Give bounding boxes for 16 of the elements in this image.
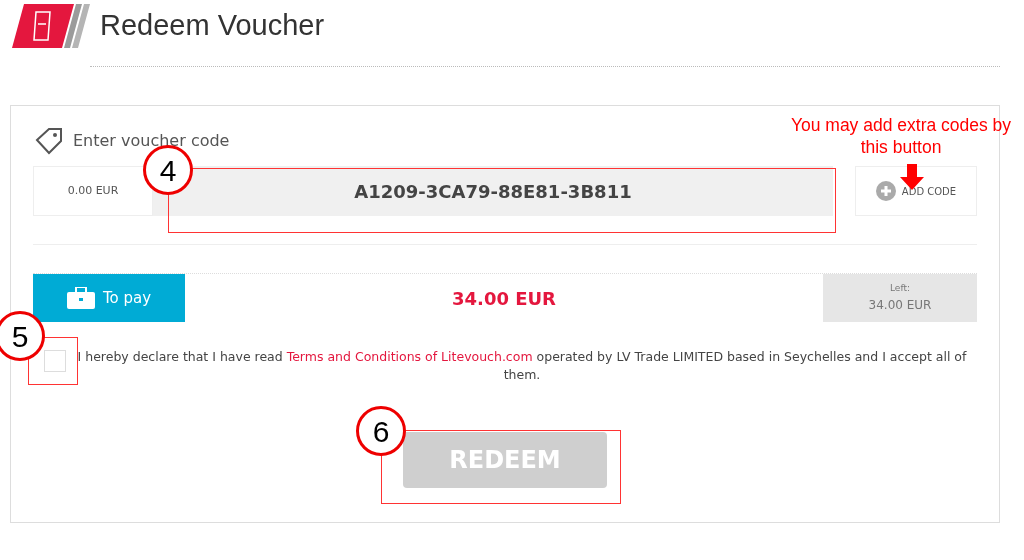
left-value: 34.00 EUR <box>868 296 932 314</box>
step-number: 5 <box>0 311 45 361</box>
to-pay-label: To pay <box>33 274 185 322</box>
page-title: Redeem Voucher <box>100 8 325 44</box>
agree-checkbox[interactable] <box>44 350 66 372</box>
terms-link[interactable]: Terms and Conditions of Litevouch.com <box>286 349 533 364</box>
tag-icon <box>33 126 65 156</box>
step-number: 4 <box>143 145 193 195</box>
terms-statement: I hereby declare that I have read Terms and Conditions of Litevouch.com operated by LV Trade LIMITED based in Seychelles and I accept all of them. <box>76 348 968 384</box>
plus-icon <box>875 181 896 201</box>
step-number: 6 <box>356 406 406 456</box>
annotation-note: You may add extra codes by this button <box>789 114 1013 158</box>
left-label: Left: <box>890 282 910 296</box>
ticket-logo-icon <box>12 4 92 48</box>
briefcase-icon <box>66 287 95 309</box>
total-amount: 34.00 EUR <box>451 286 557 311</box>
